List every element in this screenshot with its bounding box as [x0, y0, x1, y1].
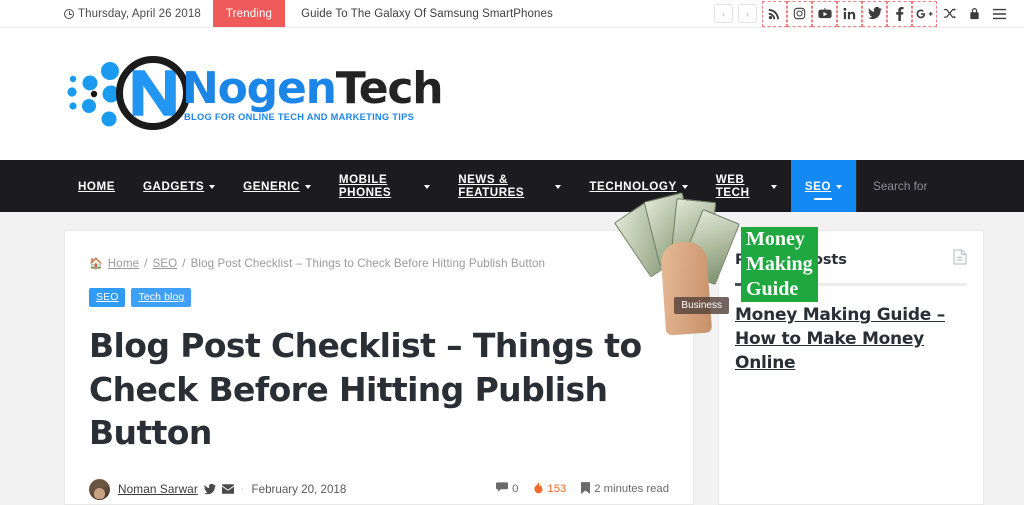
- page-body: 🏠 Home / SEO / Blog Post Checklist – Thi…: [0, 192, 1024, 505]
- article-meta: Noman Sarwar · February 20, 2018 0 153 2…: [89, 478, 669, 505]
- lock-icon[interactable]: [962, 1, 987, 27]
- nav-label: MOBILE PHONES: [338, 173, 392, 199]
- site-header: NogenTech BLOG FOR ONLINE TECH AND MARKE…: [0, 28, 1024, 160]
- nav-item-mobile-phones[interactable]: MOBILE PHONES: [325, 160, 444, 212]
- article-category-badges: SEO Tech blog: [89, 288, 669, 307]
- nav-item-gadgets[interactable]: GADGETS: [129, 160, 229, 212]
- nav-label: NEWS & FEATURES: [458, 173, 525, 199]
- chevron-left-icon: ‹: [722, 8, 725, 19]
- comment-icon: [496, 482, 509, 496]
- nav-label: GENERIC: [243, 179, 300, 193]
- chevron-down-icon: [681, 184, 688, 189]
- trending-badge: Trending: [212, 0, 286, 27]
- view-count: 153: [533, 481, 567, 497]
- page-title: Blog Post Checklist – Things to Check Be…: [89, 326, 642, 453]
- breadcrumb: 🏠 Home / SEO / Blog Post Checklist – Thi…: [89, 257, 669, 270]
- badge-tech-blog[interactable]: Tech blog: [131, 288, 192, 307]
- trending-label: Trending: [225, 7, 273, 20]
- article-card: 🏠 Home / SEO / Blog Post Checklist – Thi…: [64, 230, 694, 505]
- googleplus-icon[interactable]: [912, 0, 937, 27]
- main-navigation: HOME GADGETS GENERIC MOBILE PHONES NEWS …: [0, 160, 1024, 212]
- hamburger-icon[interactable]: [987, 1, 1012, 27]
- popular-post-title[interactable]: Money Making Guide – How to Make Money O…: [735, 305, 945, 373]
- trending-headline-text: Guide To The Galaxy Of Samsung SmartPhon…: [301, 7, 553, 20]
- home-icon: 🏠: [89, 258, 103, 270]
- site-logo[interactable]: NogenTech BLOG FOR ONLINE TECH AND MARKE…: [64, 55, 444, 133]
- current-date: Thursday, April 26 2018: [64, 0, 213, 27]
- breadcrumb-current: Blog Post Checklist – Things to Check Be…: [190, 257, 546, 270]
- breadcrumb-home[interactable]: Home: [108, 257, 139, 270]
- instagram-icon[interactable]: [787, 0, 812, 27]
- nav-item-home[interactable]: HOME: [64, 160, 129, 212]
- avatar: [89, 478, 110, 500]
- logo-text-primary: Nogen: [182, 63, 337, 114]
- fire-icon: [533, 481, 543, 497]
- read-time-value: 2 minutes read: [594, 483, 669, 496]
- clock-icon: [64, 8, 74, 19]
- bookmark-icon: [581, 481, 591, 497]
- nav-item-seo[interactable]: SEO: [790, 160, 856, 212]
- meta-separator: ·: [240, 483, 245, 496]
- rss-icon[interactable]: [762, 0, 787, 27]
- top-bar-left: Thursday, April 26 2018 Trending Guide T…: [64, 0, 553, 27]
- nav-label: WEB TECH: [715, 173, 750, 199]
- breadcrumb-separator: /: [144, 257, 148, 270]
- logo-tagline: BLOG FOR ONLINE TECH AND MARKETING TIPS: [184, 112, 415, 122]
- chevron-down-icon: [770, 184, 777, 189]
- comment-count-value: 0: [512, 483, 519, 496]
- top-bar-right: ‹ ›: [714, 0, 1024, 27]
- chevron-down-icon: [835, 184, 842, 189]
- search-box: [856, 160, 1024, 212]
- envelope-icon[interactable]: [221, 484, 234, 494]
- document-icon: [953, 249, 967, 270]
- twitter-icon[interactable]: [862, 0, 887, 27]
- article-stats: 0 153 2 minutes read: [496, 481, 669, 497]
- chevron-right-icon: ›: [746, 8, 749, 19]
- trending-prev-button[interactable]: ‹: [714, 4, 733, 23]
- comment-count[interactable]: 0: [496, 482, 518, 496]
- youtube-icon[interactable]: [812, 0, 837, 27]
- breadcrumb-separator: /: [182, 257, 186, 270]
- current-date-text: Thursday, April 26 2018: [78, 7, 201, 20]
- nav-item-news-features[interactable]: NEWS & FEATURES: [444, 160, 575, 212]
- nav-label: GADGETS: [142, 179, 205, 193]
- linkedin-icon[interactable]: [837, 0, 862, 27]
- badge-seo[interactable]: SEO: [89, 288, 126, 307]
- chevron-down-icon: [555, 184, 562, 189]
- author-name[interactable]: Noman Sarwar: [118, 482, 198, 496]
- publish-date: February 20, 2018: [251, 482, 347, 496]
- sidebar: Popular Posts Online Money Making Guide …: [613, 192, 984, 505]
- read-time: 2 minutes read: [581, 481, 669, 497]
- chevron-down-icon: [304, 184, 311, 189]
- facebook-icon[interactable]: [887, 0, 912, 27]
- logo-wordmark: NogenTech: [182, 63, 444, 114]
- chevron-down-icon: [424, 184, 431, 189]
- nav-items: HOME GADGETS GENERIC MOBILE PHONES NEWS …: [0, 160, 856, 212]
- nav-label: TECHNOLOGY: [589, 179, 677, 193]
- shuffle-icon[interactable]: [937, 1, 962, 27]
- nav-label: HOME: [78, 179, 115, 193]
- view-count-value: 153: [547, 483, 567, 496]
- breadcrumb-category[interactable]: SEO: [152, 257, 177, 270]
- trending-next-button[interactable]: ›: [738, 4, 757, 23]
- twitter-icon[interactable]: [203, 483, 216, 495]
- nav-label: SEO: [804, 179, 831, 193]
- trending-headline-link[interactable]: Guide To The Galaxy Of Samsung SmartPhon…: [285, 0, 553, 27]
- top-bar: Thursday, April 26 2018 Trending Guide T…: [0, 0, 1024, 28]
- nav-item-generic[interactable]: GENERIC: [229, 160, 325, 212]
- logo-text-secondary: Tech: [335, 63, 444, 114]
- logo-ring-mark: [116, 56, 190, 130]
- chevron-down-icon: [209, 184, 216, 189]
- search-input[interactable]: [873, 179, 1024, 193]
